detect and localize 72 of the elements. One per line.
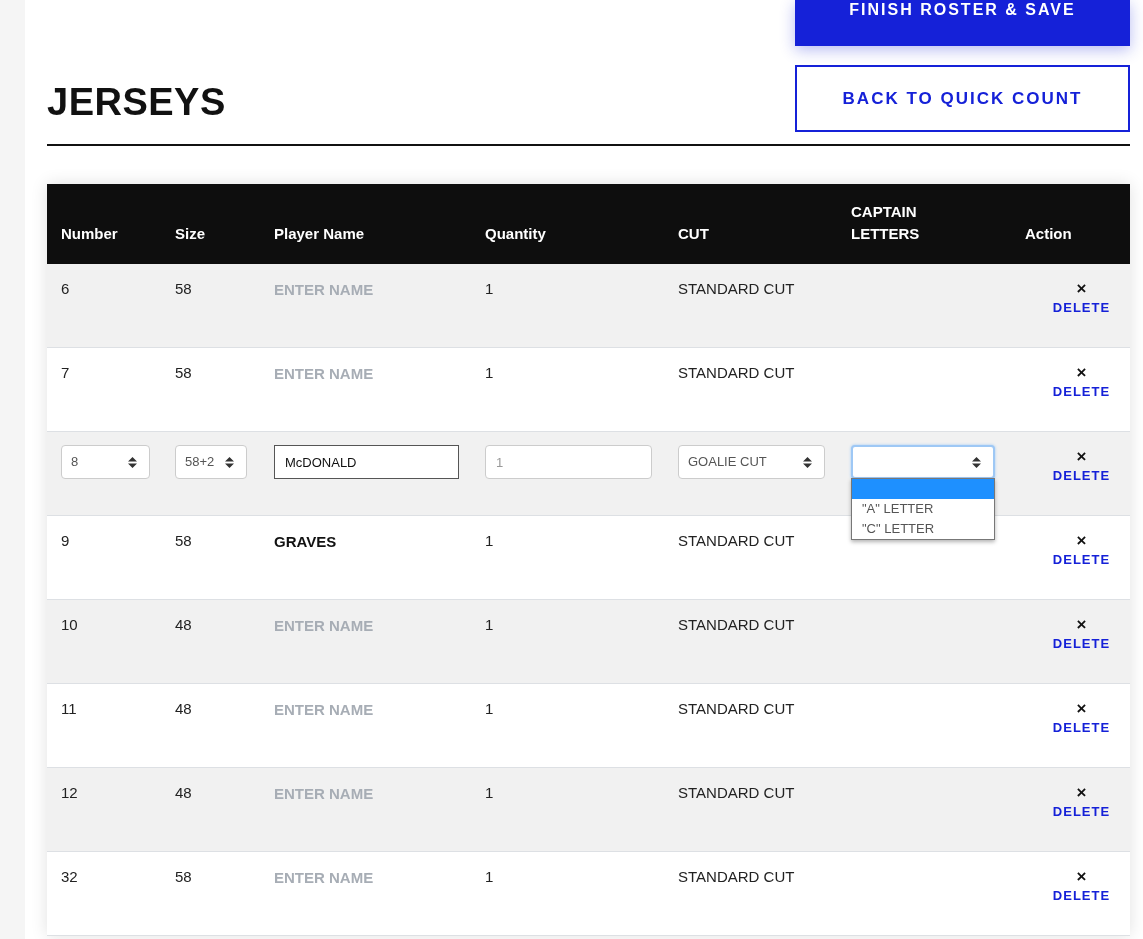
player-name-field[interactable]: McDONALD xyxy=(274,445,459,479)
table-cell: 1 xyxy=(485,364,494,381)
sort-arrows-icon xyxy=(803,456,812,468)
table-cell: 10 xyxy=(61,616,78,633)
delete-link[interactable]: DELETE xyxy=(1052,300,1111,316)
table-cell: 1 xyxy=(485,532,494,549)
delete-link[interactable]: DELETE xyxy=(1052,888,1111,904)
delete-link[interactable]: DELETE xyxy=(1052,384,1111,400)
table-cell: 1 xyxy=(485,868,494,885)
player-name: ENTER NAME xyxy=(274,281,374,298)
cut-select[interactable]: GOALIE CUT xyxy=(678,445,825,479)
table-cell: STANDARD CUT xyxy=(678,616,795,633)
column-header: Player Name xyxy=(274,224,366,244)
close-icon[interactable]: × xyxy=(1076,278,1087,300)
close-icon[interactable]: × xyxy=(1076,698,1087,720)
player-name: ENTER NAME xyxy=(274,701,374,718)
table-cell: 11 xyxy=(61,700,77,717)
close-icon[interactable]: × xyxy=(1076,782,1087,804)
table-cell: 58 xyxy=(175,868,192,885)
table-cell: 48 xyxy=(175,700,192,717)
table-cell: 6 xyxy=(61,280,70,297)
table-cell: 1 xyxy=(485,700,494,717)
player-name: ENTER NAME xyxy=(274,365,374,382)
player-name: GRAVES xyxy=(274,533,337,550)
table-cell: STANDARD CUT xyxy=(678,868,795,885)
table-cell: STANDARD CUT xyxy=(678,280,795,297)
table-cell: 58 xyxy=(175,364,192,381)
dropdown-option[interactable]: "C" LETTER xyxy=(852,519,994,539)
table-cell: 32 xyxy=(61,868,78,885)
close-icon[interactable]: × xyxy=(1076,866,1087,888)
delete-link[interactable]: DELETE xyxy=(1052,468,1111,484)
close-icon[interactable]: × xyxy=(1076,530,1087,552)
sort-arrows-icon xyxy=(128,456,137,468)
table-cell: STANDARD CUT xyxy=(678,700,795,717)
table-cell: 7 xyxy=(61,364,70,381)
player-name: ENTER NAME xyxy=(274,785,374,802)
table-cell: 48 xyxy=(175,784,192,801)
delete-link[interactable]: DELETE xyxy=(1052,720,1111,736)
finish-button[interactable]: FINISH ROSTER & SAVE xyxy=(795,0,1130,46)
table-cell: 1 xyxy=(485,280,494,297)
player-name: ENTER NAME xyxy=(274,617,374,634)
table-cell: 9 xyxy=(61,532,70,549)
table-cell: STANDARD CUT xyxy=(678,364,795,381)
number-select[interactable]: 8 xyxy=(61,445,150,479)
table-cell: STANDARD CUT xyxy=(678,784,795,801)
delete-link[interactable]: DELETE xyxy=(1052,552,1111,568)
column-header: CAPTAIN LETTERS xyxy=(851,202,921,244)
player-name: ENTER NAME xyxy=(274,869,374,886)
sort-arrows-icon xyxy=(225,456,234,468)
close-icon[interactable]: × xyxy=(1076,362,1087,384)
column-header: Quantity xyxy=(485,224,547,244)
delete-link[interactable]: DELETE xyxy=(1052,804,1111,820)
delete-link[interactable]: DELETE xyxy=(1052,636,1111,652)
table-cell: 48 xyxy=(175,616,192,633)
column-header: Number xyxy=(61,224,119,244)
captain-select[interactable] xyxy=(851,445,995,479)
column-header: CUT xyxy=(678,224,710,244)
table-cell: STANDARD CUT xyxy=(678,532,795,549)
table-cell: 1 xyxy=(485,616,494,633)
sort-arrows-icon xyxy=(972,456,981,468)
table-cell: 12 xyxy=(61,784,78,801)
back-button[interactable]: BACK TO QUICK COUNT xyxy=(795,65,1130,132)
table-cell: 58 xyxy=(175,532,192,549)
size-select[interactable]: 58+2 xyxy=(175,445,247,479)
close-icon[interactable]: × xyxy=(1076,614,1087,636)
column-header: Size xyxy=(175,224,206,244)
column-header: Action xyxy=(1024,224,1073,244)
close-icon[interactable]: × xyxy=(1076,446,1087,468)
table-cell: 58 xyxy=(175,280,192,297)
dropdown-option[interactable]: "A" LETTER xyxy=(852,499,994,519)
page-title: JERSEYS xyxy=(47,80,226,125)
table-cell: 1 xyxy=(485,784,494,801)
